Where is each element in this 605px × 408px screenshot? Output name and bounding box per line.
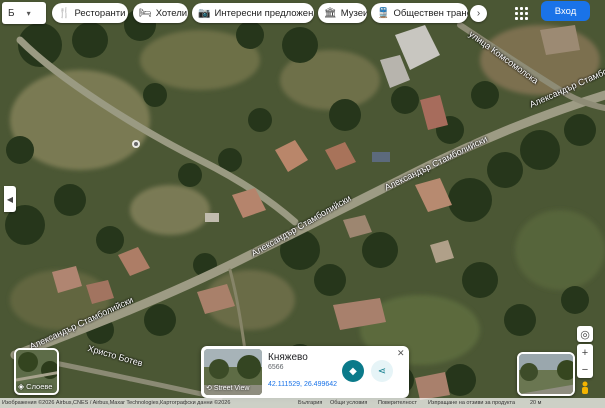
country-label: България	[298, 400, 323, 406]
train-icon: 🚆	[377, 7, 390, 19]
scale-label: 20 м	[530, 400, 542, 406]
chevron-left-icon: ◀	[6, 194, 14, 204]
chip-restaurants[interactable]: 🍴 Ресторанти	[52, 3, 128, 23]
map-viewport[interactable]: улица Комсомолска Александър Стамболийск…	[0, 0, 605, 408]
pegman-icon[interactable]	[579, 381, 591, 394]
chip-label: Музеи	[340, 7, 367, 19]
fork-knife-icon: 🍴	[58, 7, 71, 19]
zoom-in-button[interactable]: +	[577, 344, 593, 361]
chip-museums[interactable]: 🏛 Музеи	[318, 3, 367, 23]
street-view-preview-image	[519, 354, 573, 394]
privacy-link[interactable]: Поверителност	[378, 400, 417, 406]
chip-label: Хотели	[155, 7, 188, 19]
place-card[interactable]: ⟲ Street View Княжево 6566 42.111529, 26…	[201, 346, 409, 398]
chip-hotels[interactable]: 🛏 Хотели	[133, 3, 188, 23]
attribution-bar: Изображения ©2026 Airbus,CNES / Airbus,M…	[0, 398, 605, 408]
chip-things-to-do[interactable]: 📷 Интересни предложения	[192, 3, 314, 23]
camera-icon: 📷	[198, 7, 211, 19]
place-postal-code: 6566	[268, 364, 284, 371]
chip-label: Ресторанти	[74, 7, 126, 19]
street-view-label-wrap: ⟲ Street View	[206, 384, 250, 393]
close-icon[interactable]: ✕	[397, 348, 405, 359]
collapse-panel-button[interactable]: ◀	[4, 186, 16, 212]
bank-icon: 🏛	[324, 7, 337, 19]
terms-link[interactable]: Общи условия	[330, 400, 367, 406]
apps-grid-icon[interactable]	[512, 4, 530, 22]
my-location-button[interactable]: ◎	[577, 326, 593, 342]
feedback-link[interactable]: Изпращане на отзиви за продукта	[428, 400, 515, 406]
street-view-label: Street View	[213, 384, 250, 392]
chip-label: Обществен транспорт	[393, 7, 468, 19]
attribution-text: Изображения ©2026 Airbus,CNES / Airbus,M…	[2, 400, 231, 406]
street-view-thumbnail[interactable]: ⟲ Street View	[204, 349, 262, 395]
sign-in-button[interactable]: Вход	[541, 1, 590, 21]
layers-button[interactable]: ◈ Слоеве	[14, 348, 59, 395]
zoom-control: + −	[577, 344, 593, 378]
pegman-glyph	[582, 381, 588, 394]
directions-button[interactable]: ◆	[342, 360, 364, 382]
menu-label: Б	[8, 7, 15, 19]
top-bar: Б ▾ 🍴 Ресторанти 🛏 Хотели 📷 Интересни пр…	[0, 0, 605, 26]
share-button[interactable]: ⋖	[371, 360, 393, 382]
place-marker-icon[interactable]	[132, 140, 140, 148]
chevron-right-icon[interactable]: ›	[470, 5, 487, 22]
zoom-out-button[interactable]: −	[577, 361, 593, 378]
crosshair-icon: ◎	[580, 328, 590, 341]
share-icon: ⋖	[377, 365, 387, 377]
bed-icon: 🛏	[139, 7, 152, 19]
chevron-down-icon: ▾	[26, 8, 31, 18]
language-menu-button[interactable]: Б ▾	[2, 2, 46, 24]
layers-icon: ◈	[18, 382, 25, 391]
layers-label-wrap: ◈ Слоеве	[18, 382, 52, 391]
chip-transit[interactable]: 🚆 Обществен транспорт	[371, 3, 468, 23]
directions-icon: ◆	[349, 365, 357, 377]
place-title: Княжево	[268, 352, 308, 363]
place-coordinates[interactable]: 42.111529, 26.499642	[268, 381, 337, 388]
chip-label: Интересни предложения	[214, 7, 314, 19]
street-view-icon: ⟲	[206, 385, 214, 392]
layers-label: Слоеве	[26, 382, 53, 391]
street-view-preview[interactable]	[517, 352, 575, 396]
